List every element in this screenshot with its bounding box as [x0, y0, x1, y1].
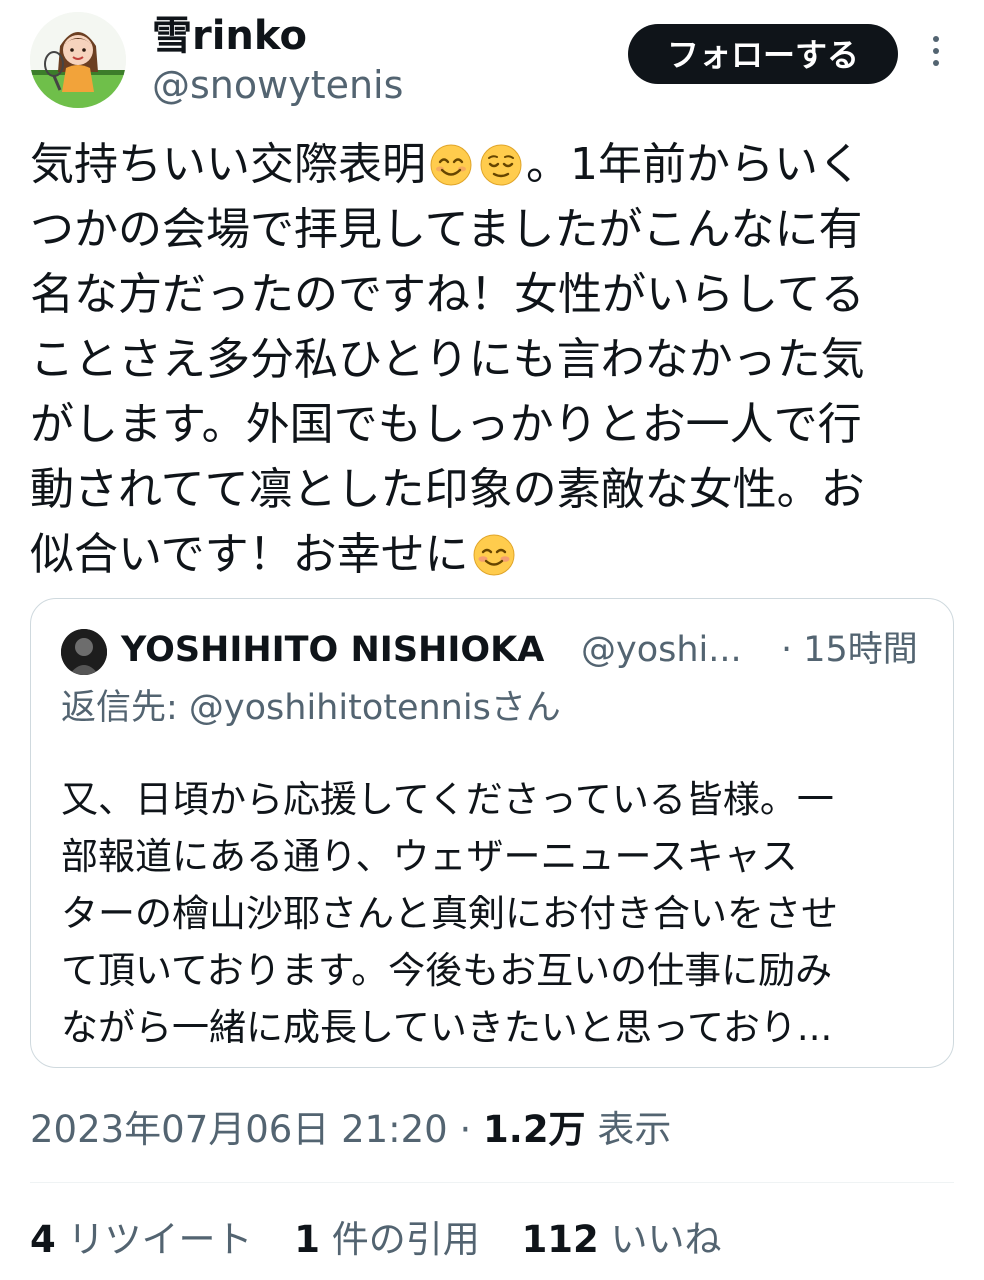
quoted-tweet-card[interactable]: YOSHIHITO NISHIOKA @yoshi... · 15時間 返信先:… — [30, 598, 954, 1068]
tweet-line-text: 似合いです！お幸せに — [30, 529, 469, 580]
quotes-stat[interactable]: 1 件の引用 — [294, 1214, 480, 1266]
tweet-line: 動されてて凛とした印象の素敵な女性。お — [30, 464, 865, 515]
quoted-author-name[interactable]: YOSHIHITO NISHIOKA — [121, 627, 544, 673]
tweet-line: ことさえ多分私ひとりにも言わなかった気 — [30, 334, 865, 385]
likes-stat[interactable]: 112 いいね — [522, 1214, 722, 1266]
views-label: 表示 — [585, 1108, 672, 1151]
avatar-illustration — [30, 12, 126, 108]
quoted-avatar-photo — [61, 629, 107, 675]
quoted-author-handle[interactable]: @yoshi... — [581, 627, 742, 673]
quoted-line: て頂いております。今後もお互いの仕事に励み — [61, 949, 833, 992]
quoted-author-avatar[interactable] — [61, 629, 107, 675]
quotes-count: 1 — [294, 1218, 321, 1261]
likes-count: 112 — [521, 1218, 599, 1261]
engagement-stats: 4 リツイート 1 件の引用 112 いいね — [30, 1214, 752, 1266]
retweets-label: リツイート — [55, 1218, 253, 1261]
quoted-line: 部報道にある通り、ウェザーニュースキャス — [61, 835, 798, 878]
tweet-line: 似合いです！お幸せに — [30, 522, 950, 587]
tweet-header: 雪rinko @snowytenis フォローする — [0, 0, 984, 120]
author-display-name[interactable]: 雪rinko — [152, 12, 307, 60]
quoted-line: ながら一緒に成長していきたいと思っており... — [61, 1006, 833, 1049]
tweet-text: 気持ちいい交際表明 。1年前からいく つかの会場で拝見してましたがこんなに有 名… — [30, 132, 950, 587]
quoted-reply-to: 返信先: @yoshihitotennisさん — [61, 688, 561, 728]
meta-separator: · — [447, 1108, 484, 1151]
relieved-face-icon — [480, 144, 522, 186]
quoted-tweet-time[interactable]: · 15時間 — [781, 627, 918, 673]
author-avatar[interactable] — [30, 12, 126, 108]
quotes-label: 件の引用 — [320, 1218, 480, 1261]
tweet-meta: 2023年07月06日 21:20 · 1.2万 表示 — [30, 1104, 671, 1156]
tweet-line-text: 気持ちいい交際表明 — [30, 139, 426, 190]
divider — [30, 1182, 954, 1183]
tweet-line: 気持ちいい交際表明 。1年前からいく — [30, 132, 950, 197]
smiling-face-with-smiling-eyes-icon — [430, 144, 472, 186]
retweets-count: 4 — [30, 1218, 56, 1261]
author-handle[interactable]: @snowytenis — [152, 62, 403, 108]
more-options-icon[interactable] — [926, 36, 946, 72]
quoted-tweet-text: 又、日頃から応援してくださっている皆様。一 部報道にある通り、ウェザーニュースキ… — [61, 771, 931, 1056]
tweet-timestamp[interactable]: 2023年07月06日 21:20 — [30, 1108, 448, 1151]
retweets-stat[interactable]: 4 リツイート — [30, 1214, 253, 1266]
quoted-line: ターの檜山沙耶さんと真剣にお付き合いをさせ — [61, 892, 838, 935]
follow-button[interactable]: フォローする — [628, 24, 898, 84]
tweet-line: 名な方だったのですね！女性がいらしてる — [30, 269, 865, 320]
tweet-line: がします。外国でもしっかりとお一人で行 — [30, 399, 862, 450]
smiling-face-icon — [473, 534, 515, 576]
quoted-line: 又、日頃から応援してくださっている皆様。一 — [61, 778, 834, 821]
likes-label: いいね — [598, 1218, 722, 1261]
tweet-line-text: 。1年前からいく — [526, 139, 862, 190]
views-count: 1.2万 — [483, 1108, 586, 1151]
tweet-line: つかの会場で拝見してましたがこんなに有 — [30, 204, 863, 255]
